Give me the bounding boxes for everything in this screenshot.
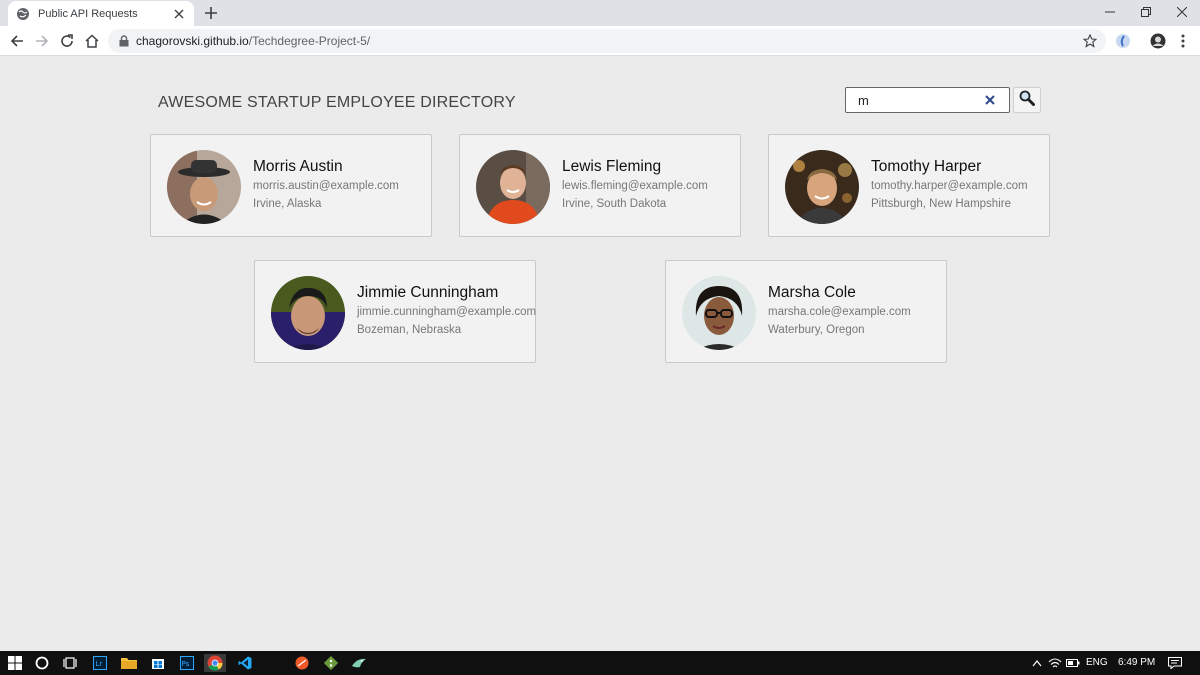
employee-card[interactable]: Marsha Cole marsha.cole@example.com Wate… (665, 260, 947, 363)
profile-avatar-icon[interactable] (1149, 32, 1167, 50)
language-indicator[interactable]: ENG (1086, 657, 1108, 668)
search-box (845, 87, 1010, 113)
employee-card[interactable]: Morris Austin morris.austin@example.com … (150, 134, 432, 237)
employee-avatar (167, 150, 241, 224)
vscode-icon[interactable] (236, 654, 254, 672)
browser-toolbar: chagorovski.github.io/Techdegree-Project… (0, 26, 1200, 56)
employee-avatar (476, 150, 550, 224)
file-explorer-icon[interactable] (120, 654, 138, 672)
lock-icon (118, 35, 130, 47)
employee-location: Pittsburgh, New Hampshire (871, 198, 1011, 210)
close-window-icon[interactable] (1170, 4, 1194, 20)
search-input[interactable] (858, 92, 978, 108)
reload-icon[interactable] (58, 32, 76, 50)
employee-avatar (271, 276, 345, 350)
employee-name: Jimmie Cunningham (357, 284, 499, 301)
wifi-icon[interactable] (1046, 654, 1064, 672)
notifications-icon[interactable] (1166, 654, 1184, 672)
photoshop-icon[interactable]: Ps (178, 654, 196, 672)
close-tab-icon[interactable] (172, 7, 186, 21)
extension-icon[interactable] (1114, 32, 1132, 50)
globe-icon (16, 7, 30, 21)
browser-tabbar: Public API Requests (0, 0, 1200, 26)
restore-icon[interactable] (1134, 4, 1158, 20)
battery-icon[interactable] (1064, 654, 1082, 672)
clock-time[interactable]: 6:49 PM (1118, 657, 1155, 668)
git-icon[interactable] (322, 654, 340, 672)
app-orange-icon[interactable] (293, 654, 311, 672)
magnifier-icon (1019, 90, 1035, 111)
employee-email: tomothy.harper@example.com (871, 180, 1028, 192)
employee-email: jimmie.cunningham@example.com (357, 306, 537, 318)
browser-tab[interactable]: Public API Requests (8, 1, 194, 26)
employee-location: Bozeman, Nebraska (357, 324, 462, 336)
url-path: /Techdegree-Project-5/ (248, 34, 371, 48)
back-icon[interactable] (8, 32, 26, 50)
page-title: AWESOME STARTUP EMPLOYEE DIRECTORY (158, 94, 516, 111)
windows-taskbar: Lr Ps ENG 6:49 PM (0, 651, 1200, 675)
search-button[interactable] (1013, 87, 1041, 113)
employee-location: Irvine, Alaska (253, 198, 322, 210)
employee-name: Tomothy Harper (871, 158, 982, 175)
minimize-icon[interactable] (1098, 4, 1122, 20)
employee-card[interactable]: Jimmie Cunningham jimmie.cunningham@exam… (254, 260, 536, 363)
employee-email: lewis.fleming@example.com (562, 180, 708, 192)
url-host: chagorovski.github.io (136, 34, 249, 48)
address-bar[interactable]: chagorovski.github.io/Techdegree-Project… (108, 29, 1106, 53)
task-view-icon[interactable] (61, 654, 79, 672)
employee-location: Irvine, South Dakota (562, 198, 667, 210)
cortana-search-icon[interactable] (33, 654, 51, 672)
employee-name: Lewis Fleming (562, 158, 662, 175)
employee-avatar (682, 276, 756, 350)
employee-email: morris.austin@example.com (253, 180, 399, 192)
employee-name: Morris Austin (253, 158, 343, 175)
svg-text:Lr: Lr (96, 660, 103, 668)
clear-search-icon[interactable] (983, 93, 997, 107)
store-icon[interactable] (149, 654, 167, 672)
employee-avatar (785, 150, 859, 224)
bookmark-star-icon[interactable] (1082, 33, 1098, 49)
windows-start-icon[interactable] (6, 654, 24, 672)
svg-text:Ps: Ps (182, 660, 190, 668)
chevron-up-icon[interactable] (1028, 654, 1046, 672)
tab-title: Public API Requests (38, 7, 138, 20)
home-icon[interactable] (83, 32, 101, 50)
employee-name: Marsha Cole (768, 284, 856, 301)
forward-icon[interactable] (33, 32, 51, 50)
employee-card[interactable]: Tomothy Harper tomothy.harper@example.co… (768, 134, 1050, 237)
employee-location: Waterbury, Oregon (768, 324, 865, 336)
app-bird-icon[interactable] (350, 654, 368, 672)
lightroom-icon[interactable]: Lr (91, 654, 109, 672)
menu-kebab-icon[interactable] (1174, 32, 1192, 50)
employee-email: marsha.cole@example.com (768, 306, 911, 318)
chrome-icon[interactable] (204, 654, 226, 672)
new-tab-icon[interactable] (202, 5, 220, 21)
employee-card[interactable]: Lewis Fleming lewis.fleming@example.com … (459, 134, 741, 237)
